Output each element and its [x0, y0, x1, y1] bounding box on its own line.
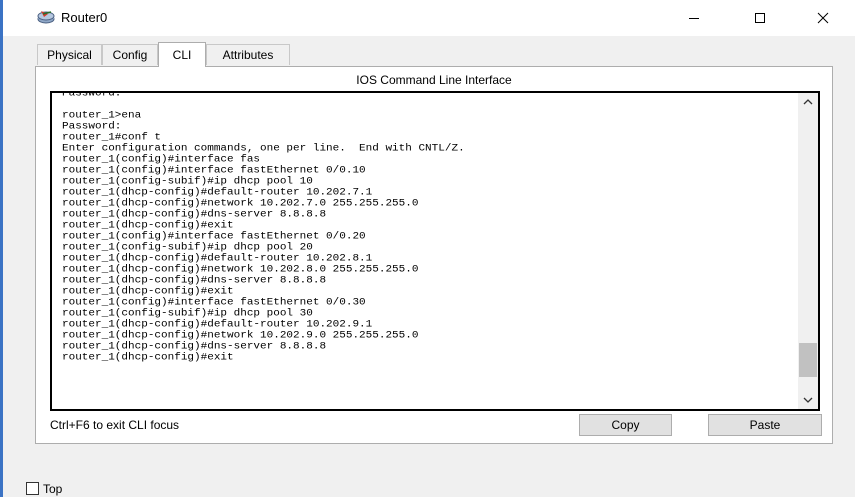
terminal-line: router_1(config-subif)#ip dhcp pool 30	[62, 308, 313, 320]
terminal-line: router_1>ena	[62, 110, 142, 122]
top-checkbox[interactable]	[26, 482, 39, 495]
window-title: Router0	[61, 10, 108, 25]
terminal-line: router_1(dhcp-config)#default-router 10.…	[62, 253, 373, 265]
close-button[interactable]	[800, 0, 846, 36]
minimize-button[interactable]	[671, 0, 717, 36]
tab-attributes[interactable]: Attributes	[206, 44, 290, 65]
window-content: Physical Config CLI Attributes IOS Comma…	[3, 36, 855, 497]
terminal-line: Password:	[62, 121, 122, 133]
terminal-line: router_1(config)#interface fastEthernet …	[62, 231, 366, 243]
terminal-line: router_1(config-subif)#ip dhcp pool 10	[62, 176, 313, 188]
tab-physical[interactable]: Physical	[37, 44, 102, 65]
scroll-up-button[interactable]	[798, 93, 818, 111]
terminal-line: router_1(dhcp-config)#network 10.202.8.0…	[62, 264, 419, 276]
minimize-icon	[689, 18, 699, 19]
scroll-thumb[interactable]	[799, 343, 817, 377]
title-bar[interactable]: Router0	[3, 0, 855, 36]
terminal-scrollbar[interactable]	[798, 93, 818, 409]
cli-heading: IOS Command Line Interface	[356, 73, 512, 87]
top-checkbox-label: Top	[43, 482, 63, 496]
terminal-line: router_1(config)#interface fastEthernet …	[62, 165, 366, 177]
terminal-line: router_1(dhcp-config)#network 10.202.9.0…	[62, 330, 419, 342]
terminal-line: router_1(config)#interface fas	[62, 154, 261, 166]
scroll-down-button[interactable]	[798, 391, 818, 409]
terminal-line: router_1(config-subif)#ip dhcp pool 20	[62, 242, 313, 254]
close-icon	[817, 12, 829, 24]
router-icon	[36, 9, 56, 25]
terminal-line: router_1(dhcp-config)#default-router 10.…	[62, 187, 373, 199]
terminal-line: Enter configuration commands, one per li…	[62, 143, 465, 155]
terminal-line: router_1(dhcp-config)#dns-server 8.8.8.8	[62, 275, 327, 287]
chevron-down-icon	[803, 397, 813, 403]
tab-config[interactable]: Config	[102, 44, 158, 65]
chevron-up-icon	[803, 99, 813, 105]
paste-button[interactable]: Paste	[708, 414, 822, 436]
terminal-line: router_1#conf t	[62, 132, 162, 144]
tab-cli[interactable]: CLI	[158, 42, 206, 67]
cli-terminal[interactable]: Password: router_1>ena Password: router_…	[50, 91, 820, 411]
exit-focus-hint: Ctrl+F6 to exit CLI focus	[50, 418, 180, 432]
maximize-icon	[755, 13, 765, 23]
copy-button[interactable]: Copy	[579, 414, 672, 436]
cli-panel: IOS Command Line Interface Password: rou…	[35, 66, 833, 444]
terminal-line: router_1(dhcp-config)#exit	[62, 352, 234, 364]
terminal-line: router_1(dhcp-config)#exit	[62, 286, 234, 298]
terminal-line: router_1(dhcp-config)#dns-server 8.8.8.8	[62, 209, 327, 221]
terminal-line: router_1(dhcp-config)#network 10.202.7.0…	[62, 198, 419, 210]
terminal-line: router_1(config)#interface fastEthernet …	[62, 297, 366, 309]
terminal-output: Password: router_1>ena Password: router_…	[62, 91, 797, 364]
terminal-line: Password:	[62, 91, 122, 100]
maximize-button[interactable]	[737, 0, 783, 36]
terminal-line: router_1(dhcp-config)#exit	[62, 220, 234, 232]
terminal-line: router_1(dhcp-config)#dns-server 8.8.8.8	[62, 341, 327, 353]
terminal-line: router_1(dhcp-config)#default-router 10.…	[62, 319, 373, 331]
